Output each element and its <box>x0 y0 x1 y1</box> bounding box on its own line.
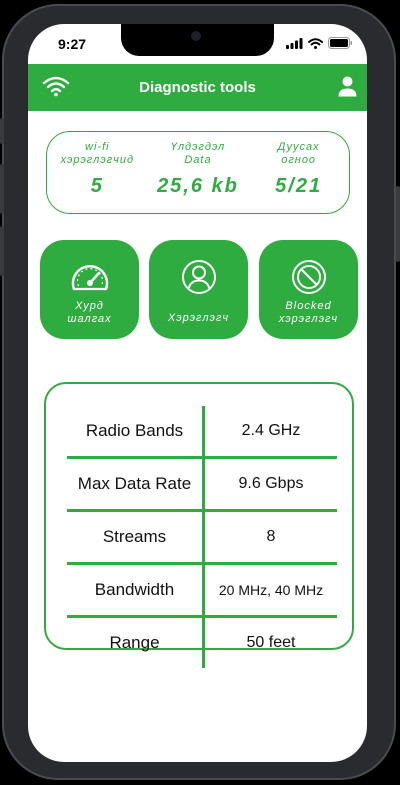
tool-label: Хэрэглэгч <box>167 312 230 324</box>
signal-icon <box>286 37 303 49</box>
spec-table: Radio Bands 2.4 GHz Max Data Rate 9.6 Gb… <box>67 406 337 668</box>
speedometer-icon <box>71 265 108 291</box>
stat-value: 25,6 kb <box>157 175 239 197</box>
app-header: Diagnostic tools <box>28 64 367 111</box>
status-icons <box>286 37 353 49</box>
spec-name: Streams <box>67 512 205 562</box>
wifi-icon <box>42 76 70 97</box>
camera-icon <box>191 31 201 41</box>
volume-down-button <box>0 226 4 276</box>
status-time: 9:27 <box>58 36 87 52</box>
stat-value: 5 <box>90 175 104 197</box>
blocked-icon <box>291 260 326 294</box>
mute-switch <box>0 118 4 144</box>
stat-label: wi-fi хэрэглэгчид <box>60 141 135 166</box>
table-row: Range 50 feet <box>67 618 337 668</box>
battery-icon <box>328 37 352 49</box>
table-row: Bandwidth 20 MHz, 40 MHz <box>67 565 337 618</box>
users-button[interactable]: Хэрэглэгч <box>149 240 248 339</box>
tool-label: Blocked хэрэглэгч <box>278 300 339 325</box>
stat-label: Дуусах огноо <box>277 141 320 166</box>
stats-card: wi-fi хэрэглэгчид 5 Үлдэгдэл Data 25,6 k… <box>46 131 350 214</box>
spec-value: 8 <box>266 528 276 545</box>
table-row: Streams 8 <box>67 512 337 565</box>
stat-label: Үлдэгдэл Data <box>170 141 226 166</box>
power-button <box>396 186 400 262</box>
spec-name: Max Data Rate <box>67 459 205 509</box>
spec-name: Range <box>67 618 205 668</box>
stat-remaining-data: Үлдэгдэл Data 25,6 kb <box>153 141 243 198</box>
spec-value: 50 feet <box>246 634 296 651</box>
blocked-users-button[interactable]: Blocked хэрэглэгч <box>259 240 358 339</box>
wifi-button[interactable] <box>42 75 70 102</box>
spec-card: Radio Bands 2.4 GHz Max Data Rate 9.6 Gb… <box>44 382 354 668</box>
tool-label: Хурд шалгах <box>67 300 112 325</box>
table-row: Max Data Rate 9.6 Gbps <box>67 459 337 512</box>
spec-value: 20 MHz, 40 MHz <box>218 582 324 598</box>
spec-value: 2.4 GHz <box>241 422 301 439</box>
speed-test-button[interactable]: Хурд шалгах <box>40 240 139 339</box>
table-row: Radio Bands 2.4 GHz <box>67 406 337 459</box>
stat-value: 5/21 <box>275 175 323 197</box>
stat-wifi-users: wi-fi хэрэглэгчид 5 <box>52 141 142 198</box>
spec-name: Radio Bands <box>67 406 205 456</box>
stat-expiry-date: Дуусах огноо 5/21 <box>254 141 344 198</box>
user-circle-icon <box>181 260 216 294</box>
volume-up-button <box>0 164 4 214</box>
notch <box>121 24 274 56</box>
profile-button[interactable] <box>338 76 357 102</box>
phone-screen: 9:27 Diagnostic tools wi-fi хэрэглэгчид … <box>28 24 367 762</box>
spec-name: Bandwidth <box>67 565 205 615</box>
spec-value: 9.6 Gbps <box>238 475 304 492</box>
page-title: Diagnostic tools <box>139 79 256 96</box>
wifi-status-icon <box>308 37 323 49</box>
user-icon <box>338 76 357 97</box>
